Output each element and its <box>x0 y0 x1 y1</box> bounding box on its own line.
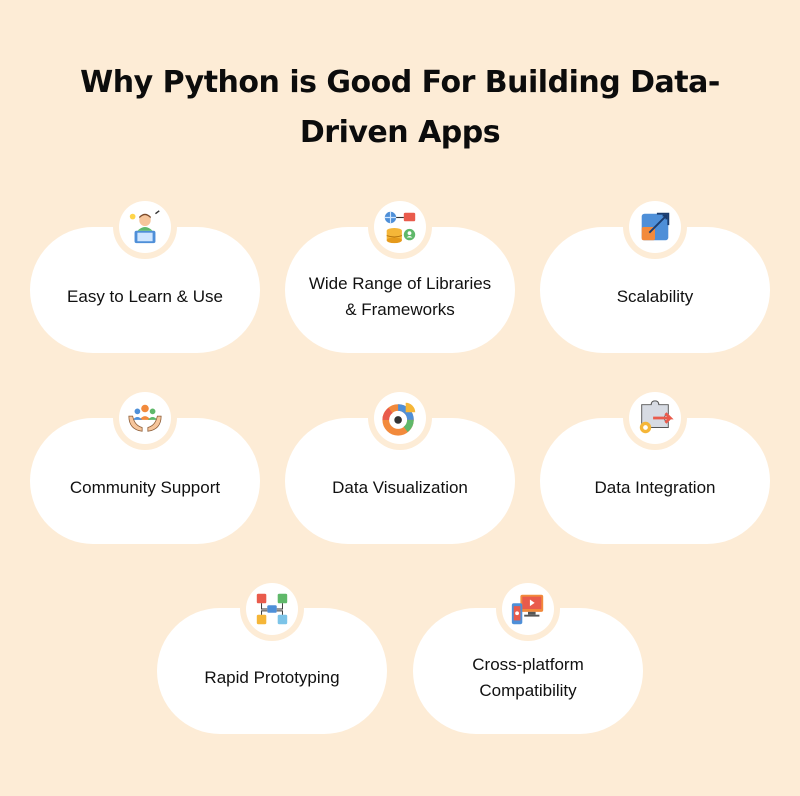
badge <box>368 386 432 450</box>
learner-icon <box>129 210 160 244</box>
badge <box>623 195 687 259</box>
devices-icon <box>511 594 544 625</box>
puzzle-gear-icon <box>639 400 674 434</box>
badge <box>623 386 687 450</box>
feature-label: Cross-platform Compatibility <box>472 655 584 700</box>
badge <box>496 577 560 641</box>
scalability-icon <box>641 212 670 241</box>
feature-label: Data Visualization <box>332 478 468 497</box>
feature-label: Wide Range of Libraries & Frameworks <box>308 274 492 319</box>
badge <box>240 577 304 641</box>
feature-label: Community Support <box>69 478 221 497</box>
page-title: Why Python is Good For Building Data- Dr… <box>0 58 800 158</box>
title-line-1: Why Python is Good For Building Data- <box>80 65 720 100</box>
feature-label: Rapid Prototyping <box>204 668 340 687</box>
badge <box>113 195 177 259</box>
donut-chart-icon <box>382 402 416 436</box>
badge <box>113 386 177 450</box>
title-line-2: Driven Apps <box>299 115 501 150</box>
flowchart-icon <box>256 593 288 625</box>
feature-label: Data Integration <box>594 478 716 497</box>
community-hands-icon <box>128 404 162 432</box>
feature-label: Scalability <box>616 287 694 306</box>
feature-label: Easy to Learn & Use <box>67 287 223 306</box>
database-network-icon <box>384 211 416 244</box>
badge <box>368 195 432 259</box>
